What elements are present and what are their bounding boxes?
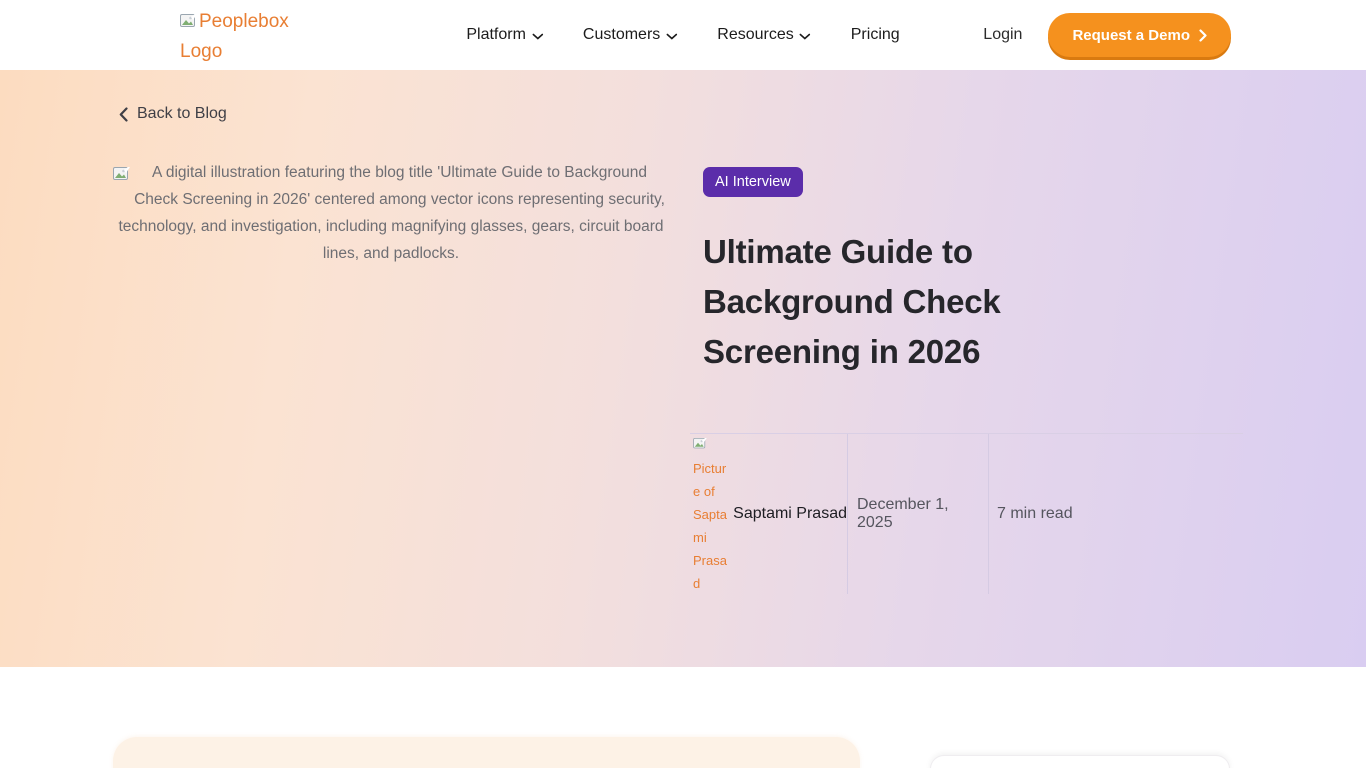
broken-image-icon bbox=[180, 13, 197, 34]
sidebar-card bbox=[930, 755, 1230, 768]
post-title: Ultimate Guide to Background Check Scree… bbox=[703, 227, 1093, 377]
back-to-blog-label: Back to Blog bbox=[137, 105, 227, 123]
request-demo-button[interactable]: Request a Demo bbox=[1048, 13, 1231, 57]
top-navbar: Peoplebox Logo Platform Customers Resour… bbox=[0, 0, 1366, 70]
category-badge[interactable]: AI Interview bbox=[703, 167, 803, 197]
nav-item-customers[interactable]: Customers bbox=[583, 26, 677, 44]
featured-image-placeholder: A digital illustration featuring the blo… bbox=[113, 159, 669, 267]
chevron-down-icon bbox=[800, 33, 811, 40]
chevron-left-icon bbox=[119, 107, 128, 122]
nav-item-pricing[interactable]: Pricing bbox=[851, 26, 900, 44]
chevron-down-icon bbox=[532, 33, 543, 40]
post-meta-row: Picture of Saptami Prasad Saptami Prasad… bbox=[690, 434, 1243, 594]
featured-image-alt-text: A digital illustration featuring the blo… bbox=[118, 164, 664, 262]
article-body-section bbox=[0, 667, 1366, 768]
chevron-right-icon bbox=[1199, 29, 1207, 42]
blog-hero-section: Back to Blog A digital illustration feat… bbox=[0, 70, 1366, 667]
chevron-down-icon bbox=[666, 33, 677, 40]
nav-item-label: Resources bbox=[717, 26, 793, 44]
author-cell: Picture of Saptami Prasad Saptami Prasad bbox=[690, 434, 847, 594]
article-intro-card bbox=[113, 737, 860, 768]
nav-item-platform[interactable]: Platform bbox=[466, 26, 543, 44]
broken-image-icon bbox=[693, 438, 707, 453]
nav-item-label: Pricing bbox=[851, 26, 900, 44]
read-time: 7 min read bbox=[988, 434, 1073, 594]
author-avatar-placeholder: Picture of Saptami Prasad bbox=[693, 432, 729, 595]
broken-image-icon bbox=[113, 164, 130, 191]
logo[interactable]: Peoplebox Logo bbox=[180, 8, 308, 66]
avatar-alt-text: Picture of Saptami Prasad bbox=[693, 461, 727, 591]
publish-date: December 1, 2025 bbox=[847, 434, 988, 594]
nav-item-label: Customers bbox=[583, 26, 660, 44]
nav-item-label: Platform bbox=[466, 26, 526, 44]
request-demo-label: Request a Demo bbox=[1072, 27, 1190, 44]
back-to-blog-link[interactable]: Back to Blog bbox=[119, 105, 227, 123]
login-link[interactable]: Login bbox=[983, 26, 1022, 44]
nav-item-resources[interactable]: Resources bbox=[717, 26, 810, 44]
main-menu: Platform Customers Resources Pricing bbox=[466, 26, 899, 44]
author-name: Saptami Prasad bbox=[733, 505, 847, 523]
